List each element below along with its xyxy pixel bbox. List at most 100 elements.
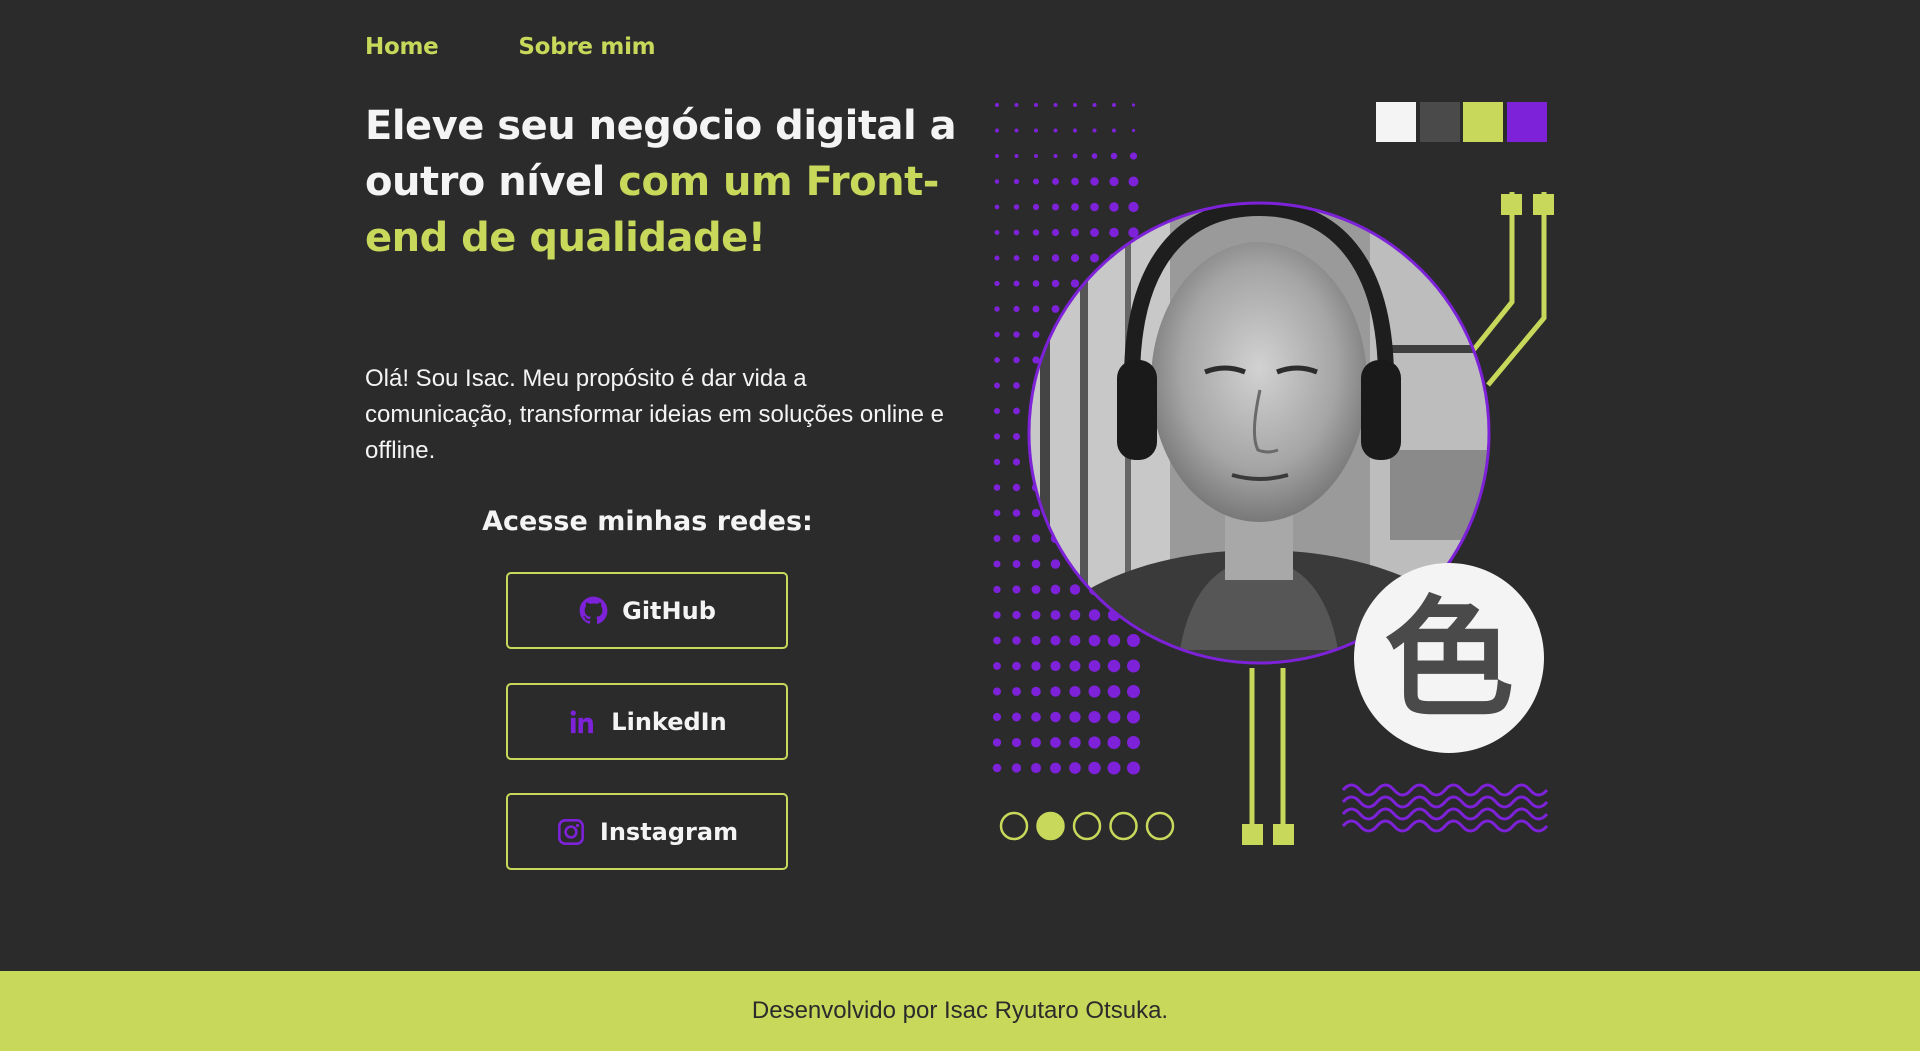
- halftone-dot: [1013, 178, 1020, 185]
- halftone-dot: [993, 585, 1001, 594]
- halftone-dot: [1014, 103, 1019, 107]
- halftone-dot: [1031, 508, 1041, 518]
- halftone-dot: [1129, 152, 1138, 160]
- halftone-dot: [1012, 636, 1021, 645]
- halftone-dot: [1031, 610, 1041, 620]
- halftone-dot: [1031, 635, 1041, 646]
- halftone-dot: [1050, 559, 1061, 569]
- palette-swatches: [1376, 102, 1547, 142]
- halftone-dot: [1131, 128, 1136, 133]
- halftone-dot: [992, 712, 1002, 722]
- halftone-dot: [1073, 128, 1077, 133]
- halftone-dot: [1127, 659, 1140, 673]
- halftone-dot: [1131, 103, 1136, 107]
- halftone-dot: [994, 179, 1000, 184]
- wave-decoration: [1341, 783, 1549, 833]
- halftone-dot: [1051, 305, 1060, 313]
- halftone-dot: [1069, 711, 1081, 723]
- footer-credit: Desenvolvido por Isac Ryutaro Otsuka.: [751, 997, 1169, 1024]
- halftone-dot: [1110, 152, 1118, 160]
- swatch-purple: [1507, 102, 1547, 142]
- halftone-dot: [1050, 686, 1061, 697]
- carousel-dot[interactable]: [1145, 811, 1175, 841]
- halftone-dot: [994, 280, 1000, 287]
- halftone-dot: [1032, 178, 1040, 185]
- halftone-dot: [1109, 202, 1119, 212]
- carousel-dot[interactable]: [1072, 811, 1102, 841]
- github-label: GitHub: [622, 596, 716, 625]
- halftone-dot: [993, 407, 1001, 415]
- halftone-dot: [1050, 762, 1061, 774]
- wave-line: [1341, 783, 1549, 797]
- carousel-dot[interactable]: [999, 811, 1029, 841]
- github-button[interactable]: GitHub: [506, 572, 788, 649]
- swatch-gray: [1420, 102, 1460, 142]
- halftone-dot: [1013, 229, 1020, 236]
- halftone-dot: [994, 331, 1000, 338]
- intro-text: Olá! Sou Isac. Meu propósito é dar vida …: [365, 365, 944, 464]
- halftone-dot: [1088, 685, 1101, 698]
- halftone-dot: [1090, 177, 1099, 186]
- halftone-dot: [994, 230, 1000, 235]
- social-heading: Acesse minhas redes:: [482, 506, 813, 537]
- halftone-dot: [1012, 661, 1021, 671]
- carousel-dot-active[interactable]: [1036, 811, 1065, 841]
- halftone-dot: [1069, 762, 1081, 774]
- halftone-dot: [1088, 660, 1101, 672]
- halftone-dot: [1091, 153, 1098, 159]
- halftone-dot: [1051, 228, 1060, 237]
- halftone-dot: [1030, 762, 1042, 774]
- wave-line: [1341, 807, 1549, 821]
- linkedin-button[interactable]: LinkedIn: [506, 683, 788, 760]
- halftone-dot: [1107, 685, 1121, 698]
- halftone-dot: [994, 382, 1000, 389]
- halftone-dot: [1012, 509, 1021, 517]
- halftone-dot: [1013, 407, 1020, 415]
- svg-text:色: 色: [1384, 583, 1514, 735]
- halftone-dot: [1088, 634, 1101, 647]
- halftone-dot: [1051, 254, 1060, 262]
- halftone-dot: [995, 128, 999, 133]
- halftone-dot: [1107, 710, 1121, 724]
- halftone-dot: [1012, 534, 1021, 543]
- halftone-dot: [1112, 128, 1116, 133]
- hero-illustration: 色: [992, 102, 1554, 845]
- halftone-dot: [1127, 736, 1140, 749]
- halftone-dot: [1012, 483, 1021, 492]
- halftone-dot: [1032, 254, 1040, 262]
- carousel-indicators: [999, 811, 1175, 841]
- swatch-lime: [1463, 102, 1503, 142]
- halftone-dot: [1107, 761, 1121, 775]
- halftone-dot: [1031, 534, 1041, 543]
- wave-line: [1341, 819, 1549, 833]
- halftone-dot: [1034, 103, 1038, 107]
- halftone-dot: [1071, 203, 1079, 211]
- hero-title: Eleve seu negócio digital a outro nível …: [365, 98, 965, 266]
- instagram-icon: [556, 817, 586, 847]
- circuit-pad: [1501, 194, 1522, 215]
- halftone-dot: [993, 560, 1001, 568]
- halftone-dot: [1032, 229, 1040, 236]
- halftone-dot: [1050, 584, 1061, 595]
- halftone-dot: [992, 763, 1002, 773]
- nav-link-home[interactable]: Home: [365, 34, 439, 60]
- nav-link-about[interactable]: Sobre mim: [518, 34, 655, 60]
- halftone-dot: [994, 357, 1000, 363]
- halftone-dot: [1128, 176, 1139, 187]
- circuit-lines-bottom: [1249, 668, 1286, 830]
- halftone-dot: [1031, 737, 1041, 748]
- halftone-dot: [1072, 153, 1078, 159]
- instagram-button[interactable]: Instagram: [506, 793, 788, 870]
- halftone-dot: [1012, 432, 1021, 441]
- halftone-dot: [1090, 228, 1099, 237]
- carousel-dot[interactable]: [1109, 811, 1138, 841]
- halftone-dot: [1127, 634, 1140, 647]
- halftone-dot: [1031, 661, 1041, 671]
- halftone-dot: [1050, 737, 1061, 748]
- halftone-dot: [1070, 279, 1080, 288]
- halftone-dot: [993, 535, 1001, 542]
- halftone-dot: [1070, 253, 1080, 263]
- kanji-badge: 色: [1354, 563, 1544, 753]
- halftone-dot: [994, 306, 1000, 312]
- halftone-dot: [1128, 201, 1139, 213]
